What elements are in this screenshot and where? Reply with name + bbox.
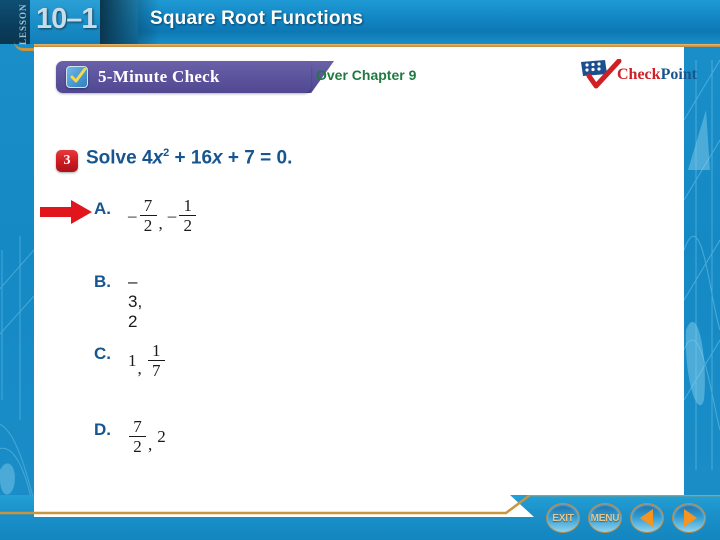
left-strip-pattern-icon [0,236,34,513]
question-variable-1: x [152,147,164,169]
slide-content: 5-Minute Check Over Chapter 9 CheckPoint… [34,47,697,495]
five-minute-check-label: 5-Minute Check [98,67,220,86]
checked-checkbox-icon [66,66,88,88]
lesson-title: Square Root Functions [150,8,364,29]
left-decorative-strip [0,0,34,540]
choice-c-fraction: 1 7 [147,341,165,380]
choice-b-value: –3, 2 [128,272,142,332]
question-number-badge: 3 [56,150,78,172]
choice-c-letter: C. [94,344,111,363]
choice-a-minus-2: – [167,205,177,225]
question-middle: + 16 [169,147,213,169]
choice-a-frac2-denominator: 2 [183,216,193,235]
checkpoint-logo: CheckPoint [579,59,697,93]
choice-b-text: –3, 2 [128,272,143,331]
choice-a-letter: A. [94,199,111,218]
choice-d-frac-numerator: 7 [133,417,142,436]
question-prefix: Solve 4 [86,147,153,169]
next-slide-button[interactable] [672,503,706,533]
right-triangle-icon [683,509,697,527]
exit-button[interactable]: EXIT [546,503,580,533]
choice-d-fraction: 7 2 [129,418,146,455]
five-minute-check-ribbon[interactable]: 5-Minute Check [56,61,311,93]
choice-c-value: 1 , 1 7 [128,342,166,379]
choice-a-fraction-1: 7 2 [139,196,157,235]
lesson-number: 10–1 [36,3,98,35]
left-triangle-icon [639,509,653,527]
choice-a-frac1-numerator: 7 [143,196,153,215]
choice-a-fraction-2: 1 2 [179,196,197,235]
lesson-word-label: LESSON [18,3,28,45]
choice-d-value: 7 2 , 2 [128,418,166,455]
choice-a-comma: , [158,214,163,233]
exit-button-label: EXIT [552,512,574,524]
choice-d-comma: , [148,435,153,454]
menu-button-label: MENU [590,512,620,524]
choice-c-comma: , [137,359,142,378]
menu-button[interactable]: MENU [588,503,622,533]
choice-a-frac1-denominator: 2 [143,216,153,235]
choice-c-first-value: 1 [128,350,137,370]
choice-c-frac-numerator: 1 [152,341,161,360]
checkpoint-wordmark: CheckPoint [617,66,697,84]
choice-a-frac2-numerator: 1 [183,196,193,215]
right-arrow-icon [40,200,92,224]
slide-canvas: LESSON 10–1 Square Root Functions 5-Minu… [0,0,720,540]
previous-slide-button[interactable] [630,503,664,533]
over-chapter-label: Over Chapter 9 [316,67,417,83]
choice-b-letter: B. [94,272,111,291]
choice-d-frac-denominator: 2 [133,437,142,456]
lesson-header: LESSON 10–1 Square Root Functions [0,0,720,45]
choice-a-minus-1: – [128,205,137,225]
choice-d-letter: D. [94,420,111,439]
question-variable-2: x [212,147,223,169]
choice-d-last-value: 2 [157,426,166,446]
checkpoint-word-check: Check [617,66,661,83]
choice-a-value: – 7 2 , – 1 2 [128,197,197,234]
question-prompt: Solve 4x2 + 16x + 7 = 0. [86,147,292,169]
checkpoint-word-point: Point [660,66,698,83]
question-suffix: + 7 = 0. [222,147,293,169]
choice-c-frac-denominator: 7 [152,361,161,380]
